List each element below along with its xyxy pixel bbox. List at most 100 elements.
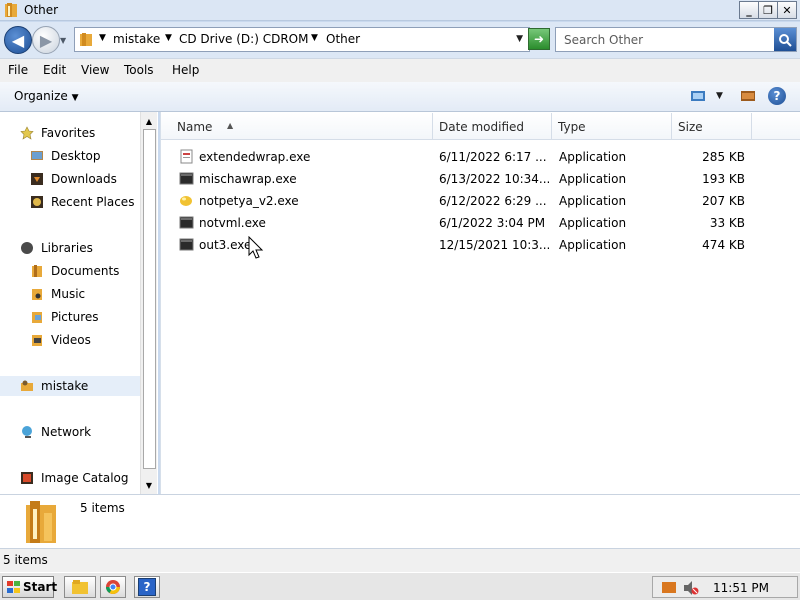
nav-libraries[interactable]: Libraries [0,238,140,258]
search-icon[interactable] [774,28,796,51]
forward-button[interactable]: ▶ [32,26,60,54]
breadcrumb-cd-drive[interactable]: CD Drive (D:) CDROM [179,32,308,46]
downloads-icon [31,173,43,185]
nav-desktop-label: Desktop [51,149,101,163]
nav-image-catalog[interactable]: Image Catalog [0,468,140,488]
menu-help[interactable]: Help [172,63,199,77]
table-row[interactable]: mischawrap.exe 6/13/2022 10:34... Applic… [161,168,800,190]
close-button[interactable]: ✕ [777,1,797,19]
flag-notification-icon[interactable] [661,581,677,595]
nav-documents-label: Documents [51,264,120,278]
menu-edit[interactable]: Edit [43,63,66,77]
menu-tools[interactable]: Tools [124,63,154,77]
exe-icon [179,172,194,185]
maximize-button[interactable]: ❐ [758,1,778,19]
scroll-down-icon[interactable]: ▼ [141,477,157,493]
table-row[interactable]: extendedwrap.exe 6/11/2022 6:17 ... Appl… [161,146,800,168]
nav-videos-label: Videos [51,333,91,347]
address-dropdown-icon[interactable]: ▼ [516,34,523,44]
clock[interactable]: 11:51 PM [713,581,769,595]
column-name[interactable]: Name ▲ [171,113,433,140]
volume-muted-icon[interactable] [683,580,699,596]
taskbar-explorer[interactable] [64,576,96,598]
nav-videos[interactable]: Videos [0,330,140,350]
organize-button[interactable]: Organize ▼ [14,89,79,103]
column-date-modified[interactable]: Date modified [433,113,552,140]
back-button[interactable]: ◀ [4,26,32,54]
view-options-dropdown[interactable]: ▼ [716,91,723,101]
refresh-button[interactable]: ➜ [528,28,550,50]
menu-bar: File Edit View Tools Help [0,58,800,82]
documents-icon [32,265,42,277]
column-type-label: Type [558,120,586,134]
exe-icon [179,238,194,251]
breadcrumb-mistake[interactable]: mistake [113,32,160,46]
file-type: Application [559,150,627,164]
user-folder-icon [21,380,33,391]
file-name: mischawrap.exe [199,172,297,186]
file-size: 207 KB [702,194,745,208]
taskbar: Start ? 11:51 PM [0,572,800,600]
breadcrumb-other[interactable]: Other [326,32,360,46]
minimize-button[interactable]: _ [739,1,759,19]
chevron-down-icon: ▼ [71,93,79,103]
nav-network[interactable]: Network [0,422,140,442]
address-bar[interactable]: ▼ mistake ▼ CD Drive (D:) CDROM ▼ Other … [74,27,530,52]
file-type: Application [559,194,627,208]
system-tray: 11:51 PM [652,576,798,598]
pictures-icon [32,312,42,323]
file-name: out3.exe [199,238,252,252]
menu-view[interactable]: View [81,63,109,77]
taskbar-help[interactable]: ? [134,576,160,598]
nav-mistake[interactable]: mistake [0,376,140,396]
taskbar-chrome[interactable] [100,576,126,598]
nav-scrollbar[interactable]: ▲ ▼ [140,112,157,494]
nav-pictures-label: Pictures [51,310,99,324]
view-icon[interactable] [690,89,706,103]
help-app-icon: ? [138,578,156,596]
menu-file[interactable]: File [8,63,28,77]
nav-recent-places-label: Recent Places [51,195,135,209]
details-pane: 5 items [0,494,800,548]
file-size: 193 KB [702,172,745,186]
chrome-icon [106,580,120,594]
nav-documents[interactable]: Documents [0,261,140,281]
image-catalog-icon [21,472,33,484]
recent-pages-dropdown[interactable]: ▼ [60,36,66,45]
file-size: 285 KB [702,150,745,164]
explorer-icon [72,580,88,594]
nav-desktop[interactable]: Desktop [0,146,140,166]
start-label: Start [23,580,58,594]
file-date: 6/12/2022 6:29 ... [439,194,547,208]
file-list: Name ▲ Date modified Type Size extendedw… [160,112,800,494]
help-button[interactable]: ? [768,87,786,105]
chevron-down-icon[interactable]: ▼ [311,33,318,43]
file-date: 6/1/2022 3:04 PM [439,216,546,230]
chevron-down-icon[interactable]: ▼ [99,33,106,43]
table-row[interactable]: notvml.exe 6/1/2022 3:04 PM Application … [161,212,800,234]
file-name: extendedwrap.exe [199,150,311,164]
sort-ascending-icon: ▲ [227,121,234,130]
chevron-down-icon[interactable]: ▼ [165,33,172,43]
file-date: 6/13/2022 10:34... [439,172,549,186]
nav-recent-places[interactable]: Recent Places [0,192,140,212]
nav-music[interactable]: Music [0,284,140,304]
star-icon [20,126,34,140]
nav-favorites[interactable]: Favorites [0,123,140,143]
scrollbar-thumb[interactable] [143,129,156,469]
column-date-label: Date modified [439,120,525,134]
folder-icon [26,501,56,543]
column-type[interactable]: Type [552,113,672,140]
file-size: 33 KB [709,216,745,230]
scroll-up-icon[interactable]: ▲ [141,113,157,129]
folder-icon [80,33,92,46]
table-row[interactable]: notpetya_v2.exe 6/12/2022 6:29 ... Appli… [161,190,800,212]
column-headers: Name ▲ Date modified Type Size [161,113,800,140]
preview-pane-icon[interactable] [740,89,756,103]
doc-exe-icon [180,149,193,164]
start-button[interactable]: Start [2,576,58,598]
column-size[interactable]: Size [672,113,752,140]
nav-pictures[interactable]: Pictures [0,307,140,327]
search-input[interactable]: Search Other [555,27,797,52]
nav-downloads[interactable]: Downloads [0,169,140,189]
